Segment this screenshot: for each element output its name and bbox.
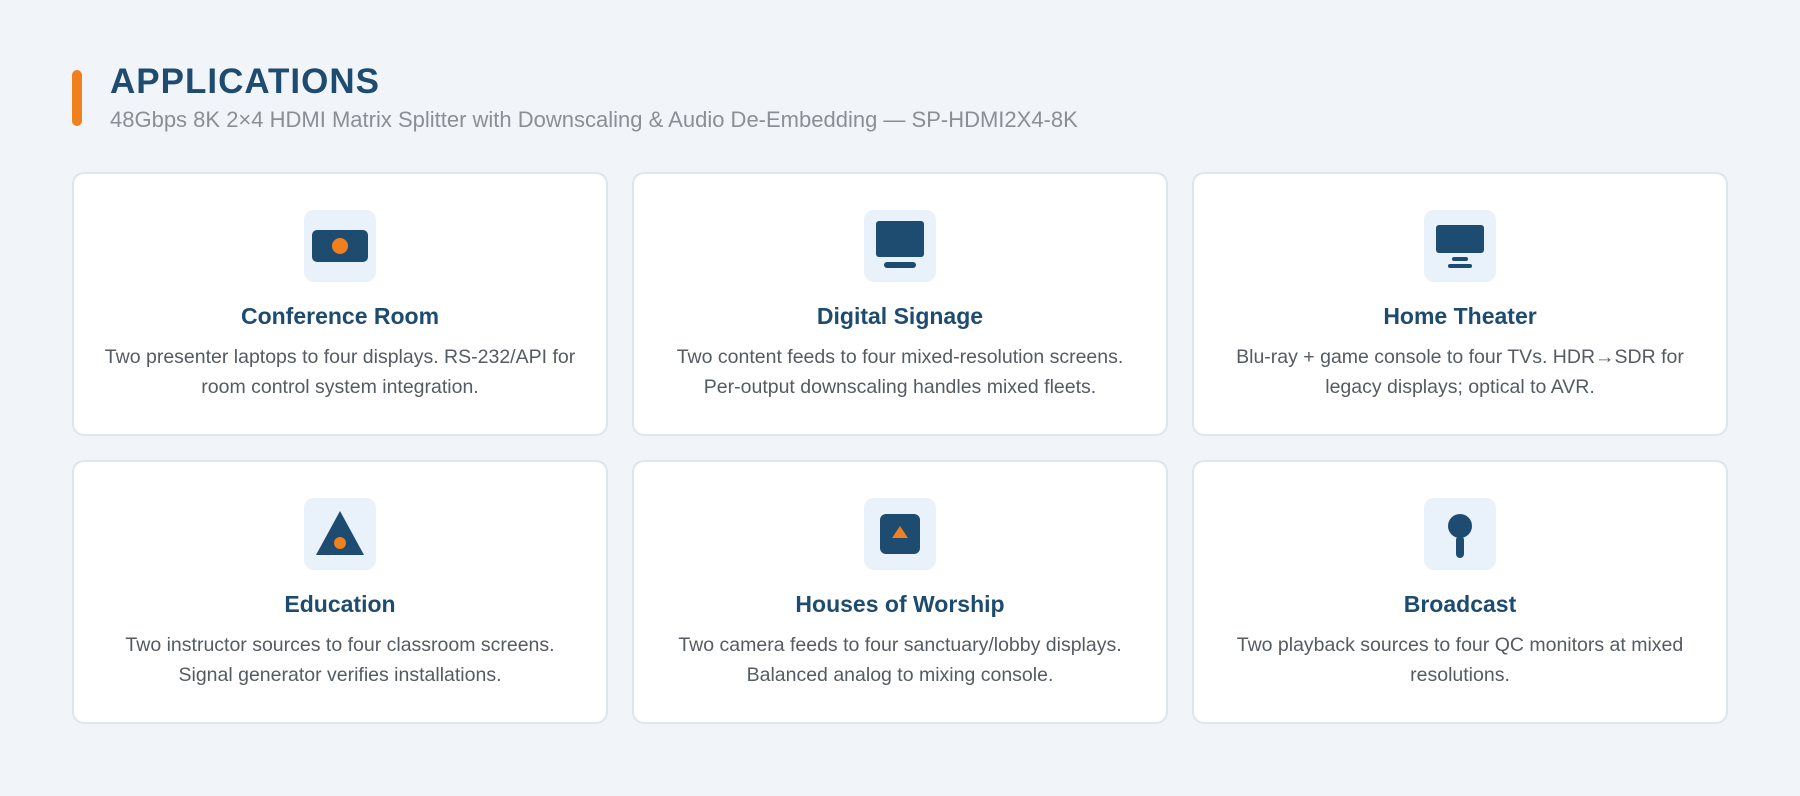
card-title: Broadcast — [1403, 591, 1517, 617]
application-card-houses-of-worship: Houses of Worship Two camera feeds to fo… — [632, 460, 1168, 724]
monitor-icon — [864, 210, 936, 282]
page-subtitle: 48Gbps 8K 2×4 HDMI Matrix Splitter with … — [110, 107, 1078, 132]
application-card-broadcast: Broadcast Two playback sources to four Q… — [1192, 460, 1728, 724]
worship-icon — [864, 498, 936, 570]
card-description: Two presenter laptops to four displays. … — [104, 346, 576, 398]
card-description: Two instructor sources to four classroom… — [125, 634, 555, 686]
card-title: Conference Room — [240, 303, 440, 329]
card-title: Education — [284, 591, 396, 617]
accent-bar — [72, 70, 82, 126]
card-description: Blu-ray + game console to four TVs. HDR→… — [1236, 346, 1684, 398]
education-icon — [304, 498, 376, 570]
card-description: Two content feeds to four mixed-resoluti… — [676, 346, 1124, 398]
application-card-home-theater: Home Theater Blu-ray + game console to f… — [1192, 172, 1728, 436]
application-card-education: Education Two instructor sources to four… — [72, 460, 608, 724]
card-description: Two camera feeds to four sanctuary/lobby… — [678, 634, 1122, 686]
card-title: Home Theater — [1383, 303, 1537, 329]
card-title: Houses of Worship — [795, 591, 1005, 617]
application-card-digital-signage: Digital Signage Two content feeds to fou… — [632, 172, 1168, 436]
projector-icon — [304, 210, 376, 282]
microphone-icon — [1424, 498, 1496, 570]
application-card-conference-room: Conference Room Two presenter laptops to… — [72, 172, 608, 436]
tv-icon — [1424, 210, 1496, 282]
applications-grid: Conference Room Two presenter laptops to… — [72, 172, 1728, 724]
card-description: Two playback sources to four QC monitors… — [1236, 634, 1684, 686]
page-title: APPLICATIONS — [110, 62, 380, 101]
card-title: Digital Signage — [816, 303, 984, 329]
